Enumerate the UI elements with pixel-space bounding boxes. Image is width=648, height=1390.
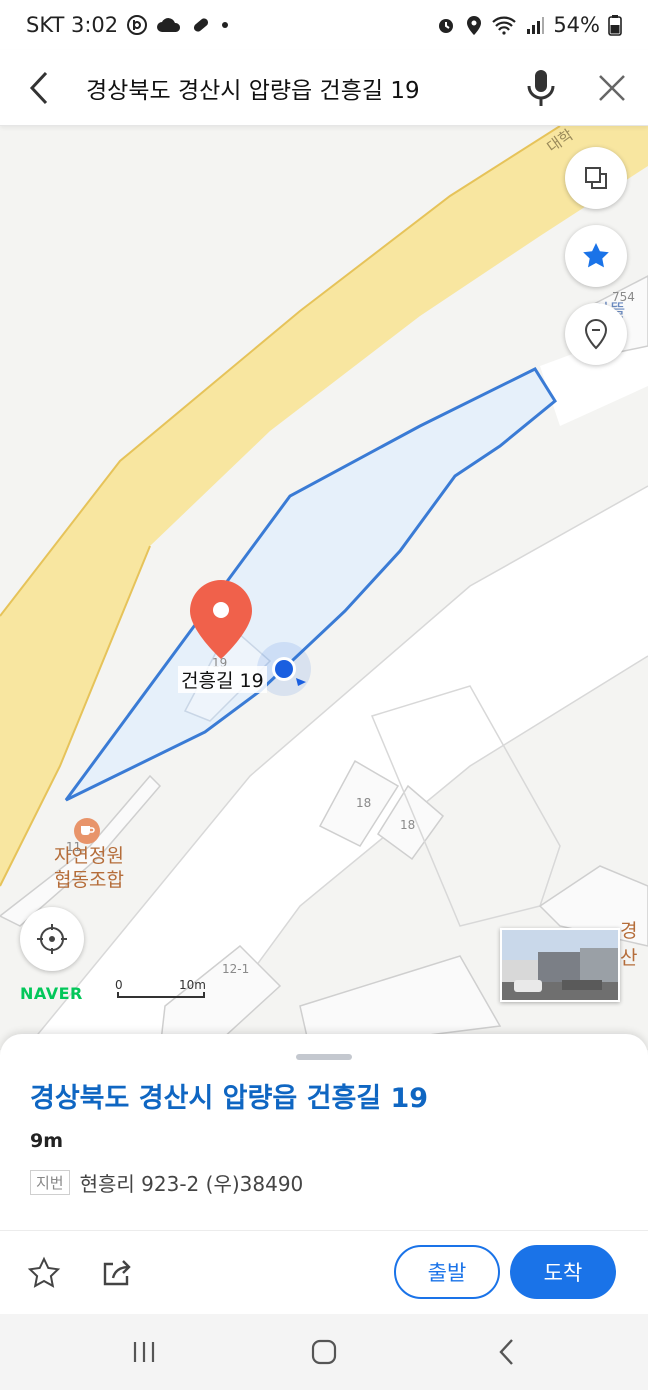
signal-icon [525, 15, 545, 35]
location-pin-icon [584, 318, 608, 350]
close-icon [599, 74, 625, 101]
place-marker-button[interactable] [565, 303, 627, 365]
alarm-icon [435, 14, 457, 36]
jibun-tag: 지번 [30, 1170, 70, 1195]
star-outline-icon [27, 1256, 61, 1288]
location-icon [465, 14, 483, 36]
back-button[interactable] [0, 50, 78, 126]
edge-poi-label: 경산 [620, 920, 638, 969]
share-icon [103, 1260, 131, 1286]
battery-icon [608, 14, 622, 36]
place-label: 건흥길 19 [178, 666, 267, 693]
cafe-icon[interactable] [74, 818, 100, 844]
carrier-time: SKT 3:02 [26, 13, 119, 37]
recent-apps-button[interactable] [114, 1330, 174, 1374]
jibun-address: 현흥리 923-2 (우)38490 [79, 1172, 304, 1196]
microphone-icon [527, 69, 555, 106]
map-view[interactable]: 19 754 18 18 11 12-1 대학 아뜰 자연정원 협동조합 건흥길… [0, 126, 648, 1050]
band-app-icon [126, 14, 148, 36]
street-photo-thumbnail[interactable] [500, 928, 620, 1002]
voice-search-button[interactable] [506, 50, 576, 126]
jibun-address-row: 지번 현흥리 923-2 (우)38490 [30, 1168, 303, 1197]
clear-button[interactable] [576, 50, 648, 126]
notification-dot-icon [220, 20, 230, 30]
back-chevron-icon [499, 1339, 513, 1365]
scale-start: 0 [115, 978, 123, 992]
status-bar: SKT 3:02 54% [0, 0, 648, 50]
distance-label: 9m [30, 1130, 64, 1152]
home-icon [311, 1339, 337, 1365]
map-canvas [0, 126, 648, 1050]
save-button[interactable] [22, 1251, 66, 1295]
current-location-icon [37, 924, 67, 954]
lot-number-12-1: 12-1 [222, 962, 250, 976]
poi-label[interactable]: 자연정원 협동조합 [44, 844, 134, 892]
share-button[interactable] [94, 1251, 138, 1295]
lot-number-18a: 18 [356, 796, 372, 810]
system-nav-bar [0, 1314, 648, 1390]
favorites-button[interactable] [565, 225, 627, 287]
arrive-button[interactable]: 도착 [510, 1245, 616, 1299]
search-header: 경상북도 경산시 압량읍 건흥길 19 [0, 50, 648, 126]
scale-end: 10m [179, 978, 206, 992]
naver-logo: NAVER [20, 984, 83, 1003]
map-scale: 0 10m [115, 978, 207, 1000]
wifi-icon [491, 15, 517, 35]
street-photo-image [502, 930, 618, 1000]
layers-button[interactable] [565, 147, 627, 209]
home-button[interactable] [294, 1330, 354, 1374]
start-button[interactable]: 출발 [394, 1245, 500, 1299]
star-icon [583, 243, 609, 268]
place-title[interactable]: 경상북도 경산시 압량읍 건흥길 19 [30, 1076, 428, 1115]
pill-icon [190, 14, 212, 36]
chevron-left-icon [29, 71, 48, 104]
search-query[interactable]: 경상북도 경산시 압량읍 건흥길 19 [78, 71, 506, 105]
location-dot [275, 660, 293, 678]
place-detail-sheet: 경상북도 경산시 압량읍 건흥길 19 9m 지번 현흥리 923-2 (우)3… [0, 1034, 648, 1314]
action-bar: 출발 도착 [0, 1231, 648, 1314]
cloud-icon [156, 15, 182, 35]
sheet-drag-handle[interactable] [296, 1054, 352, 1060]
lot-number-18b: 18 [400, 818, 416, 832]
recent-apps-icon [133, 1342, 155, 1362]
battery-percent: 54% [553, 13, 600, 37]
layers-icon [585, 167, 607, 189]
system-back-button[interactable] [476, 1330, 536, 1374]
current-location-button[interactable] [20, 907, 84, 971]
